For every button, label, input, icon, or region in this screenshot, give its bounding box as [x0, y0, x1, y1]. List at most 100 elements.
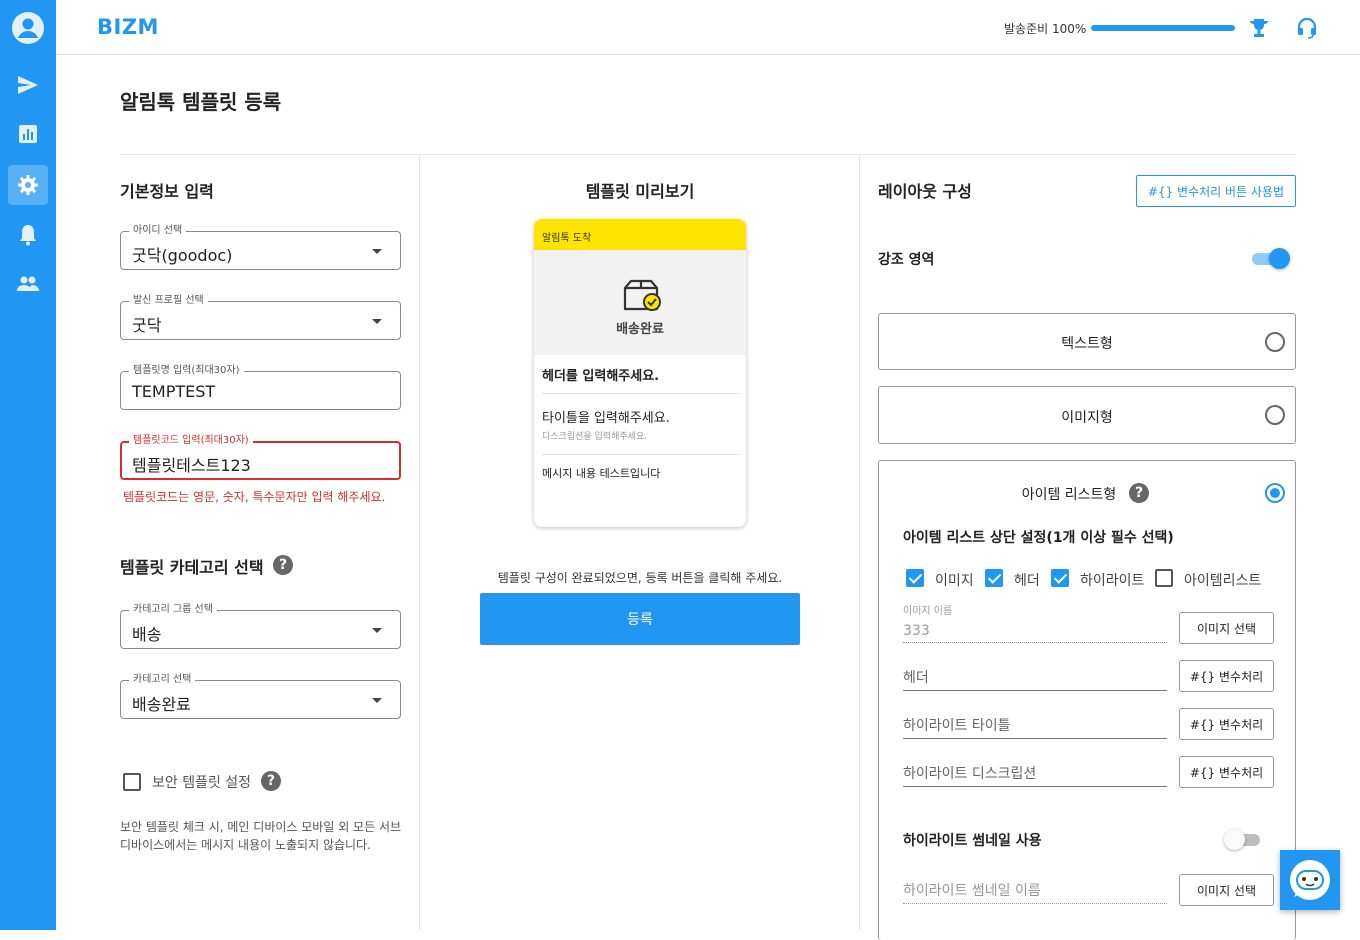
id-select-value: 굿닥(goodoc)	[132, 246, 233, 265]
divider	[120, 154, 1296, 155]
template-name-field[interactable]: 템플릿명 입력(최대30자) TEMPTEST	[120, 364, 401, 410]
trophy-icon[interactable]	[1247, 16, 1271, 40]
highlight-thumbnail-title: 하이라이트 썸네일 사용	[903, 833, 1042, 849]
check-header-label: 헤더	[1014, 573, 1040, 589]
category-group-label: 카테고리 그룹 선택	[129, 603, 217, 617]
highlight-title-variable-button[interactable]: #{} 변수처리	[1179, 708, 1274, 740]
thumbnail-name-placeholder: 하이라이트 썸네일 이름	[903, 883, 1041, 899]
highlight-title-input[interactable]: 하이라이트 타이틀	[903, 705, 1167, 739]
layout-radio-text[interactable]	[1265, 332, 1285, 352]
submit-hint: 템플릿 구성이 완료되었으면, 등록 버튼을 클릭해 주세요.	[497, 571, 783, 585]
template-preview-card: 알림톡 도착 배송완료 헤더를 입력해주세요. 타이틀을 입력해주세요. 디스크…	[534, 219, 746, 527]
check-item-list-label: 아이템리스트	[1184, 573, 1262, 589]
gear-icon[interactable]	[8, 165, 48, 205]
header-variable-button[interactable]: #{} 변수처리	[1179, 660, 1274, 692]
brand-logo[interactable]: BIZM	[97, 15, 159, 39]
layout-option-label: 이미지형	[1061, 410, 1113, 426]
people-icon[interactable]	[8, 264, 48, 304]
header-input[interactable]: 헤더	[903, 657, 1167, 691]
emphasis-label: 강조 영역	[878, 252, 935, 268]
profile-select[interactable]: 발신 프로필 선택 굿닥	[120, 294, 401, 340]
template-code-error: 템플릿코드는 영문, 숫자, 특수문자만 입력 해주세요.	[123, 490, 386, 504]
toggle-thumb	[1269, 248, 1290, 269]
template-code-field[interactable]: 템플릿코드 입력(최대30자) 템플릿테스트123	[120, 434, 401, 480]
bar-chart-icon[interactable]	[8, 114, 48, 154]
check-highlight[interactable]	[1051, 569, 1069, 587]
preview-title-text: 타이틀을 입력해주세요.	[542, 411, 670, 426]
image-name-label: 이미지 이름	[903, 606, 953, 617]
side-nav	[0, 0, 56, 930]
help-icon[interactable]: ?	[1129, 483, 1149, 503]
category-group-select[interactable]: 카테고리 그룹 선택 배송	[120, 603, 401, 649]
layout-option-text[interactable]: 텍스트형	[878, 313, 1296, 370]
id-select[interactable]: 아이디 선택 굿닥(goodoc)	[120, 224, 401, 270]
layout-option-image[interactable]: 이미지형	[878, 386, 1296, 444]
category-label: 카테고리 선택	[129, 673, 196, 687]
submit-button[interactable]: 등록	[480, 593, 800, 645]
id-select-label: 아이디 선택	[129, 224, 187, 238]
send-ready-label: 발송준비 100%	[1004, 22, 1087, 36]
top-bar: BIZM 발송준비 100%	[56, 0, 1360, 55]
preview-image: 배송완료	[534, 250, 746, 355]
highlight-desc-placeholder: 하이라이트 디스크립션	[903, 766, 1037, 782]
item-list-top-setting-title: 아이템 리스트 상단 설정(1개 이상 필수 선택)	[903, 530, 1174, 546]
layout-option-label: 텍스트형	[1061, 336, 1113, 352]
layout-radio-item-list[interactable]	[1265, 483, 1285, 503]
check-header[interactable]	[985, 569, 1003, 587]
variable-help-button[interactable]: #{} 변수처리 버튼 사용법	[1136, 175, 1296, 207]
toggle-thumb	[1224, 829, 1245, 850]
thumbnail-name-field[interactable]: 하이라이트 썸네일 이름	[903, 870, 1167, 904]
profile-select-value: 굿닥	[132, 316, 162, 335]
preview-message-text: 메시지 내용 테스트입니다	[542, 467, 661, 480]
secure-template-checkbox[interactable]	[123, 773, 141, 791]
help-icon[interactable]: ?	[273, 555, 293, 575]
preview-title: 템플릿 미리보기	[585, 182, 695, 201]
category-title: 템플릿 카테고리 선택	[120, 558, 264, 577]
layout-radio-image[interactable]	[1265, 405, 1285, 425]
emphasis-toggle[interactable]	[1250, 248, 1290, 270]
header-placeholder: 헤더	[903, 670, 929, 686]
divider	[542, 393, 739, 394]
basic-info-title: 기본정보 입력	[120, 182, 214, 201]
secure-template-label: 보안 템플릿 설정	[152, 775, 252, 791]
chat-bot-icon[interactable]	[1280, 850, 1340, 910]
check-item-list[interactable]	[1155, 569, 1173, 587]
caret-down-icon	[372, 698, 382, 703]
highlight-desc-variable-button[interactable]: #{} 변수처리	[1179, 756, 1274, 788]
send-icon[interactable]	[8, 65, 48, 105]
template-code-value: 템플릿테스트123	[132, 456, 251, 475]
highlight-title-placeholder: 하이라이트 타이틀	[903, 718, 1011, 734]
category-value: 배송완료	[132, 695, 191, 714]
column-divider	[419, 155, 420, 930]
caret-down-icon	[372, 319, 382, 324]
caret-down-icon	[372, 249, 382, 254]
check-image-label: 이미지	[935, 573, 974, 589]
bell-icon[interactable]	[8, 215, 48, 255]
image-select-button[interactable]: 이미지 선택	[1179, 612, 1274, 644]
page-title: 알림톡 템플릿 등록	[120, 90, 282, 114]
template-name-value: TEMPTEST	[132, 382, 216, 401]
delivery-box-icon	[623, 279, 663, 317]
send-ready-progress	[1091, 25, 1235, 31]
layout-option-label: 아이템 리스트형	[1021, 487, 1117, 503]
highlight-desc-input[interactable]: 하이라이트 디스크립션	[903, 753, 1167, 787]
preview-header-text: 헤더를 입력해주세요.	[542, 369, 660, 384]
preview-desc-text: 디스크립션을 입력해주세요.	[542, 432, 648, 442]
help-icon[interactable]: ?	[261, 771, 281, 791]
divider	[542, 454, 739, 455]
profile-select-label: 발신 프로필 선택	[129, 294, 208, 308]
check-highlight-label: 하이라이트	[1080, 573, 1145, 589]
template-name-label: 템플릿명 입력(최대30자)	[129, 364, 244, 378]
thumbnail-select-button[interactable]: 이미지 선택	[1179, 874, 1274, 906]
image-name-value: 333	[903, 623, 930, 639]
highlight-thumbnail-toggle[interactable]	[1224, 829, 1264, 851]
category-select[interactable]: 카테고리 선택 배송완료	[120, 673, 401, 719]
column-divider	[859, 155, 860, 930]
headset-icon[interactable]	[1295, 16, 1319, 40]
preview-image-label: 배송완료	[616, 322, 664, 337]
secure-template-note: 보안 템플릿 체크 시, 메인 디바이스 모바일 외 모든 서브 디바이스에서는…	[120, 820, 402, 852]
check-image[interactable]	[906, 569, 924, 587]
user-avatar-icon[interactable]	[8, 8, 48, 48]
caret-down-icon	[372, 628, 382, 633]
image-name-field[interactable]: 이미지 이름 333	[903, 606, 1167, 643]
